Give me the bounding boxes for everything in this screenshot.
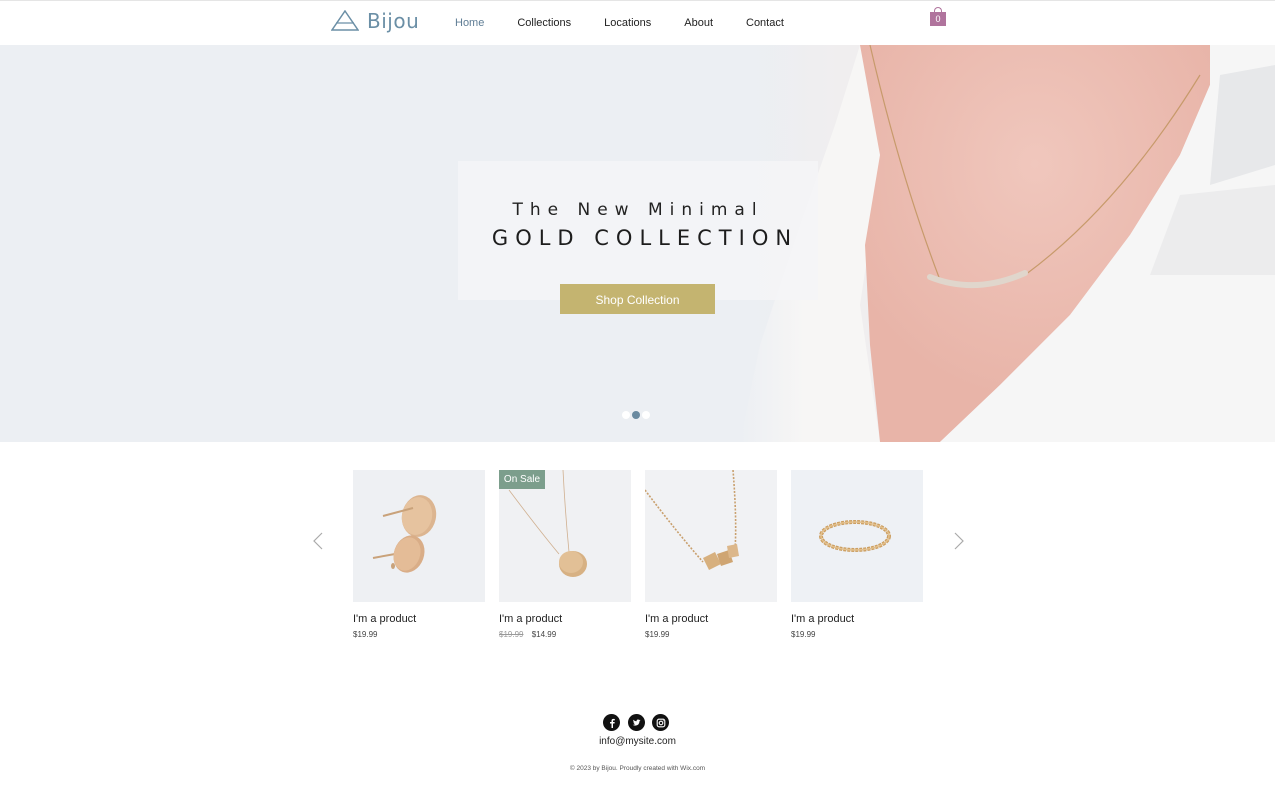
nav-about[interactable]: About	[684, 17, 713, 29]
slide-dot-1[interactable]	[622, 411, 630, 419]
hero-subtitle: The New Minimal	[512, 200, 764, 220]
price-current: $19.99	[791, 630, 816, 639]
product-image-disc-necklace[interactable]: On Sale	[499, 470, 631, 602]
cube-necklace-photo	[645, 470, 777, 602]
slide-dot-2[interactable]	[632, 411, 640, 419]
twitter-icon[interactable]	[627, 714, 645, 731]
instagram-glyph	[656, 718, 665, 727]
product-name[interactable]: I'm a product	[791, 613, 854, 625]
nav-locations[interactable]: Locations	[604, 17, 651, 29]
disc-necklace-photo	[499, 470, 631, 602]
product-card[interactable]: I'm a product $19.99	[791, 470, 923, 639]
earrings-photo	[353, 470, 485, 602]
facebook-icon[interactable]	[603, 714, 620, 731]
hero-slideshow: The New Minimal GOLD COLLECTION Shop Col…	[0, 45, 1275, 442]
logo-text: Bijou	[367, 9, 420, 33]
hero-title: GOLD COLLECTION	[491, 226, 799, 250]
product-name[interactable]: I'm a product	[645, 613, 708, 625]
product-price: $19.99	[353, 630, 377, 639]
slideshow-dots	[622, 411, 652, 419]
instagram-icon[interactable]	[652, 714, 669, 731]
product-price: $19.99	[645, 630, 669, 639]
shop-collection-button[interactable]: Shop Collection	[560, 284, 715, 314]
sale-badge: On Sale	[499, 470, 545, 489]
product-card[interactable]: On Sale I'm a product $19.99 $14.99	[499, 470, 631, 639]
product-image-ring[interactable]	[791, 470, 923, 602]
slider-prev-arrow[interactable]	[311, 531, 325, 551]
product-card[interactable]: I'm a product $19.99	[353, 470, 485, 639]
product-name[interactable]: I'm a product	[499, 613, 562, 625]
nav-collections[interactable]: Collections	[517, 17, 571, 29]
copyright-text: © 2023 by Bijou. Proudly created with Wi…	[569, 765, 706, 772]
chevron-left-icon	[313, 532, 323, 550]
contact-email-link[interactable]: info@mysite.com	[0, 736, 1275, 747]
chevron-right-icon	[954, 532, 964, 550]
cart-count: 0	[930, 12, 946, 26]
facebook-glyph	[609, 718, 615, 728]
product-image-cube-necklace[interactable]	[645, 470, 777, 602]
product-price: $19.99	[791, 630, 815, 639]
product-card[interactable]: I'm a product $19.99	[645, 470, 777, 639]
slide-dot-3[interactable]	[642, 411, 650, 419]
cart-button[interactable]: 0	[930, 7, 946, 27]
nav-home[interactable]: Home	[455, 17, 484, 29]
price-current: $19.99	[645, 630, 670, 639]
product-image-earrings[interactable]	[353, 470, 485, 602]
hero-necklace-photo	[740, 45, 1275, 442]
main-nav: Home Collections Locations About Contact	[440, 1, 817, 45]
price-current: $14.99	[531, 630, 557, 639]
social-links	[603, 714, 677, 731]
product-price: $19.99 $14.99	[499, 630, 556, 639]
site-header: Bijou Home Collections Locations About C…	[0, 0, 1275, 45]
nav-contact[interactable]: Contact	[746, 17, 784, 29]
logo-triangle-icon	[331, 10, 359, 31]
twitter-glyph	[632, 719, 641, 726]
price-current: $19.99	[353, 630, 378, 639]
site-logo[interactable]: Bijou	[331, 7, 419, 35]
price-original: $19.99	[499, 630, 524, 639]
product-name[interactable]: I'm a product	[353, 613, 416, 625]
slider-next-arrow[interactable]	[952, 531, 966, 551]
twisted-ring-photo	[791, 470, 923, 602]
